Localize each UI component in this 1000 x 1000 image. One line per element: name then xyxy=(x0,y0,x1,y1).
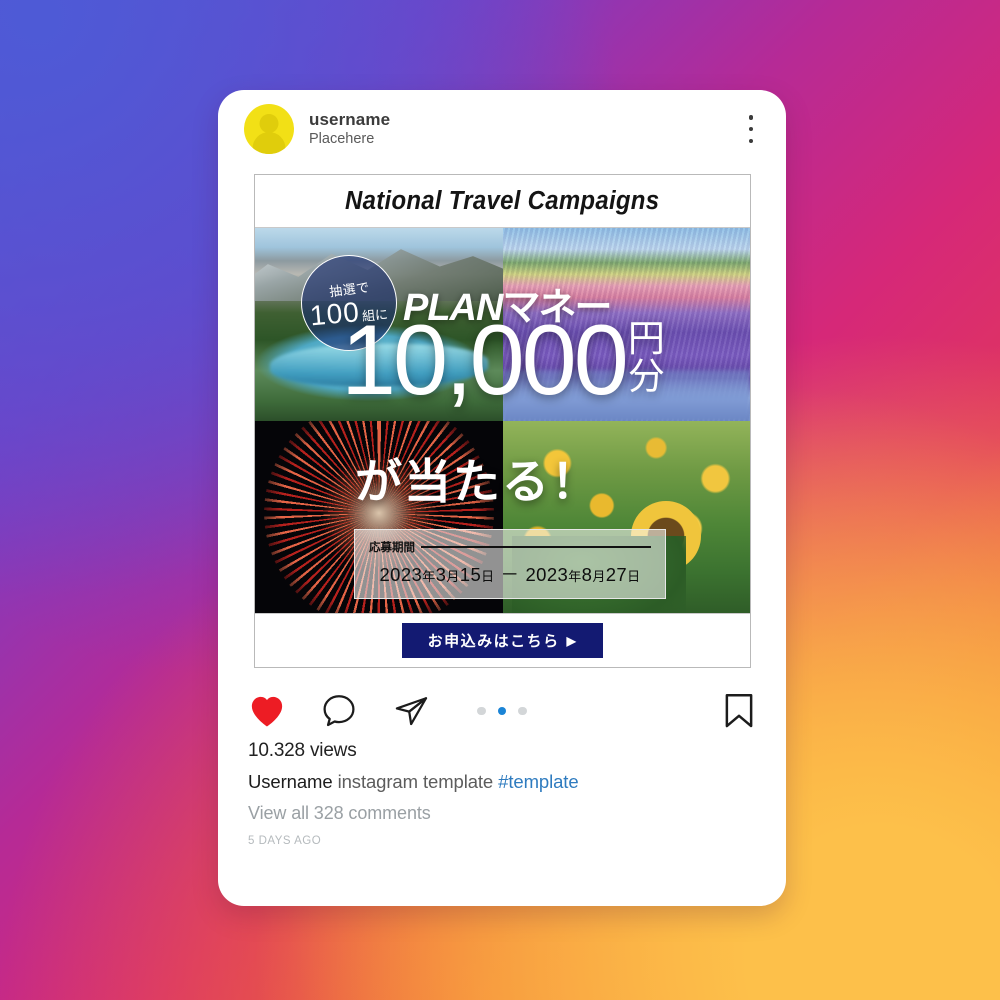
period-label: 応募期間 xyxy=(369,542,415,554)
more-dot xyxy=(748,138,754,143)
post-header: username Placehere xyxy=(218,90,786,168)
carousel-dot-1[interactable] xyxy=(477,706,486,716)
application-period-box: 応募期間 2023年3月15日－ 2023年8月27日 xyxy=(354,529,666,599)
headline-unit-yen: 円 xyxy=(627,318,665,359)
caption-text-line: Username instagram template #template xyxy=(248,771,748,793)
apply-button[interactable]: お申込みはこちら ▶ xyxy=(401,623,604,658)
period-end-month-unit: 月 xyxy=(592,569,606,584)
period-start-year: 2023 xyxy=(379,564,423,585)
caption-body: instagram template xyxy=(337,771,494,792)
more-dot xyxy=(748,126,754,132)
post-caption: 10.328 views Username instagram template… xyxy=(248,740,748,847)
period-dates: 2023年3月15日－ 2023年8月27日 xyxy=(369,561,651,587)
post-action-bar xyxy=(218,682,786,740)
post-media[interactable]: National Travel Campaigns 抽選で 100 組に PLA… xyxy=(254,174,751,668)
carousel-dot-2[interactable] xyxy=(497,706,507,716)
apply-button-label: お申込みはこちら xyxy=(427,633,560,650)
period-label-row: 応募期間 xyxy=(369,539,651,555)
carousel-dot-3[interactable] xyxy=(518,706,527,716)
heart-icon[interactable] xyxy=(248,694,286,728)
headline-amount-number: 10,000 xyxy=(341,304,629,415)
more-dot xyxy=(748,115,754,120)
caption-author[interactable]: Username xyxy=(248,771,333,792)
period-end-day: 27 xyxy=(605,564,628,585)
post-timestamp: 5 DAYS AGO xyxy=(248,835,322,847)
account-location[interactable]: Placehere xyxy=(309,131,390,148)
share-icon[interactable] xyxy=(392,693,430,729)
headline-win-text: が当たる！ xyxy=(355,455,600,508)
period-start-month: 3 xyxy=(435,564,447,585)
caption-hashtag[interactable]: #template xyxy=(498,771,578,792)
instagram-post-card: username Placehere National Travel Campa… xyxy=(218,90,786,906)
banner-title: National Travel Campaigns xyxy=(255,175,750,228)
period-rule-line xyxy=(421,546,651,548)
comment-icon[interactable] xyxy=(321,693,357,729)
period-start-month-unit: 月 xyxy=(446,569,460,584)
account-username[interactable]: username xyxy=(309,110,390,130)
play-arrow-icon: ▶ xyxy=(566,633,578,648)
more-options-icon[interactable] xyxy=(738,111,764,147)
headline-unit-worth: 分 xyxy=(627,355,665,397)
view-comments-link[interactable]: View all 328 comments xyxy=(248,803,748,824)
carousel-indicator xyxy=(218,706,786,716)
period-start-day-unit: 日 xyxy=(481,569,495,584)
avatar-head-shape xyxy=(259,114,279,133)
headline-amount: 10,000 円 分 xyxy=(341,304,665,415)
headline-amount-units: 円 分 xyxy=(628,320,665,395)
period-end-year-unit: 年 xyxy=(568,569,582,584)
period-start-day: 15 xyxy=(459,564,482,585)
avatar-body-shape xyxy=(252,131,286,154)
period-end-day-unit: 日 xyxy=(627,569,641,584)
banner-title-text: National Travel Campaigns xyxy=(345,186,660,215)
period-end-month: 8 xyxy=(581,564,593,585)
period-start-year-unit: 年 xyxy=(422,569,436,584)
views-count: 10.328 views xyxy=(248,740,357,761)
banner-collage: 抽選で 100 組に PLANマネー 10,000 円 分 が当たる！ 応募期間… xyxy=(255,228,750,613)
bookmark-icon[interactable] xyxy=(722,692,756,730)
header-names: username Placehere xyxy=(309,110,390,148)
period-end-year: 2023 xyxy=(525,564,569,585)
avatar[interactable] xyxy=(244,104,294,154)
period-dash: － xyxy=(500,564,520,585)
banner-footer: お申込みはこちら ▶ xyxy=(255,613,750,667)
